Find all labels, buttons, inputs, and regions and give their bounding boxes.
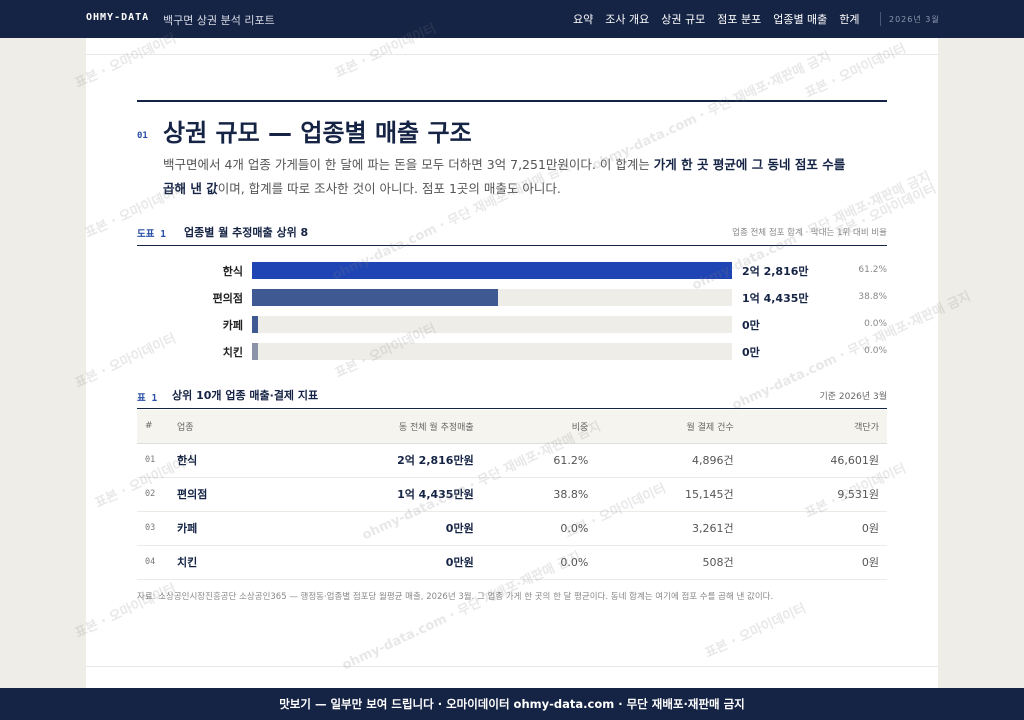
bar-share-label: 0.0% (864, 319, 887, 329)
bar-category-label: 치킨 (222, 346, 243, 359)
bar-track (252, 262, 732, 279)
lede-text-2: 이며, 합계를 따로 조사한 것이 아니다. 점포 1곳의 매출도 아니다. (217, 181, 561, 196)
section-title: 상권 규모 — 업종별 매출 구조 (163, 119, 472, 147)
cell-rank: 01 (137, 443, 169, 478)
cell-share: 38.8% (481, 477, 597, 512)
sales-table: # 업종 동 전체 월 추정매출 비중 월 결제 건수 객단가 01 한식 2억… (137, 410, 887, 580)
brand-logo[interactable]: OHMY-DATA (86, 12, 149, 23)
source-note: 자료: 소상공인시장진흥공단 소상공인365 — 행정동·업종별 점포당 월평균… (137, 592, 774, 602)
cell-rank: 02 (137, 477, 169, 512)
table-row: 01 한식 2억 2,816만원 61.2% 4,896건 46,601원 (137, 443, 887, 478)
bar-track (252, 343, 732, 360)
table-rule (137, 408, 887, 409)
bar-share-label: 38.8% (858, 292, 887, 302)
top-nav: OHMY-DATA 백구면 상권 분석 리포트 요약 조사 개요 상권 규모 점… (0, 0, 1024, 38)
report-title: 백구면 상권 분석 리포트 (163, 14, 275, 27)
cell-transactions: 3,261건 (596, 511, 742, 546)
cell-monthly-sales: 0만원 (273, 545, 482, 580)
col-header-monthly-sales: 동 전체 월 추정매출 (273, 410, 482, 444)
cell-rank: 04 (137, 545, 169, 580)
bar (252, 343, 258, 360)
cell-avg-ticket: 0원 (741, 511, 887, 546)
col-header-transactions: 월 결제 건수 (596, 410, 742, 444)
bar-value-label: 0만 (742, 346, 760, 359)
nav-links: 요약 조사 개요 상권 규모 점포 분포 업종별 매출 한계 (573, 11, 872, 27)
bar (252, 316, 258, 333)
table-header-row: # 업종 동 전체 월 추정매출 비중 월 결제 건수 객단가 (137, 410, 887, 444)
cell-monthly-sales: 2억 2,816만원 (273, 443, 482, 478)
bar-row: 카페 0만 0.0% (137, 316, 887, 333)
section-lede: 백구면에서 4개 업종 가게들이 한 달에 파는 돈을 모두 더하면 3억 7,… (163, 153, 853, 201)
paper-bottom-divider (86, 666, 938, 667)
cell-avg-ticket: 46,601원 (741, 443, 887, 478)
nav-link-market-size[interactable]: 상권 규모 (661, 11, 705, 27)
cell-sector: 한식 (169, 443, 274, 478)
nav-link-overview[interactable]: 조사 개요 (605, 11, 649, 27)
cell-avg-ticket: 9,531원 (741, 477, 887, 512)
cell-transactions: 4,896건 (596, 443, 742, 478)
cell-sector: 치킨 (169, 545, 274, 580)
cell-avg-ticket: 0원 (741, 545, 887, 580)
preview-footer-banner: 맛보기 — 일부만 보여 드립니다 · 오마이데이터 ohmy-data.com… (0, 688, 1024, 720)
col-header-rank: # (137, 410, 169, 444)
bar-track (252, 316, 732, 333)
cell-share: 0.0% (481, 511, 597, 546)
figure-rule (137, 245, 887, 246)
col-header-share: 비중 (481, 410, 597, 444)
bar-share-label: 61.2% (858, 265, 887, 275)
bar-row: 편의점 1억 4,435만 38.8% (137, 289, 887, 306)
col-header-avg-ticket: 객단가 (741, 410, 887, 444)
cell-sector: 카페 (169, 511, 274, 546)
section-number: 01 (137, 131, 148, 141)
col-header-sector: 업종 (169, 410, 274, 444)
table-row: 03 카페 0만원 0.0% 3,261건 0원 (137, 511, 887, 546)
cell-rank: 03 (137, 511, 169, 546)
bar-value-label: 2억 2,816만 (742, 265, 809, 278)
table-row: 02 편의점 1억 4,435만원 38.8% 15,145건 9,531원 (137, 477, 887, 512)
cell-share: 61.2% (481, 443, 597, 478)
bar (252, 289, 499, 306)
nav-divider (880, 12, 881, 26)
figure-title: 업종별 월 추정매출 상위 8 (184, 226, 309, 239)
figure-note: 업종 전체 점포 합계 · 막대는 1위 대비 비율 (732, 228, 887, 238)
figure-label: 도표 1 (137, 229, 166, 240)
cell-sector: 편의점 (169, 477, 274, 512)
bar-category-label: 편의점 (212, 292, 243, 305)
nav-link-store-distribution[interactable]: 점포 분포 (717, 11, 761, 27)
bar-row: 한식 2억 2,816만 61.2% (137, 262, 887, 279)
cell-monthly-sales: 1억 4,435만원 (273, 477, 482, 512)
table-label: 표 1 (137, 393, 158, 404)
section-rule (137, 100, 887, 102)
nav-link-summary[interactable]: 요약 (573, 11, 593, 27)
bar-row: 치킨 0만 0.0% (137, 343, 887, 360)
table-note: 기준 2026년 3월 (819, 392, 887, 402)
table-row: 04 치킨 0만원 0.0% 508건 0원 (137, 545, 887, 580)
paper-top-divider (86, 54, 938, 55)
nav-link-limitations[interactable]: 한계 (839, 11, 859, 27)
bar (252, 262, 732, 279)
cell-share: 0.0% (481, 545, 597, 580)
bar-track (252, 289, 732, 306)
bar-share-label: 0.0% (864, 346, 887, 356)
bar-category-label: 한식 (222, 265, 243, 278)
cell-transactions: 508건 (596, 545, 742, 580)
bar-category-label: 카페 (222, 319, 243, 332)
cell-monthly-sales: 0만원 (273, 511, 482, 546)
lede-text-1: 백구면에서 4개 업종 가게들이 한 달에 파는 돈을 모두 더하면 3억 7,… (163, 157, 654, 172)
cell-transactions: 15,145건 (596, 477, 742, 512)
report-date: 2026년 3월 (889, 15, 940, 24)
bar-value-label: 1억 4,435만 (742, 292, 809, 305)
bar-value-label: 0만 (742, 319, 760, 332)
table-title: 상위 10개 업종 매출·결제 지표 (172, 389, 319, 402)
nav-link-sales-by-sector[interactable]: 업종별 매출 (773, 11, 827, 27)
